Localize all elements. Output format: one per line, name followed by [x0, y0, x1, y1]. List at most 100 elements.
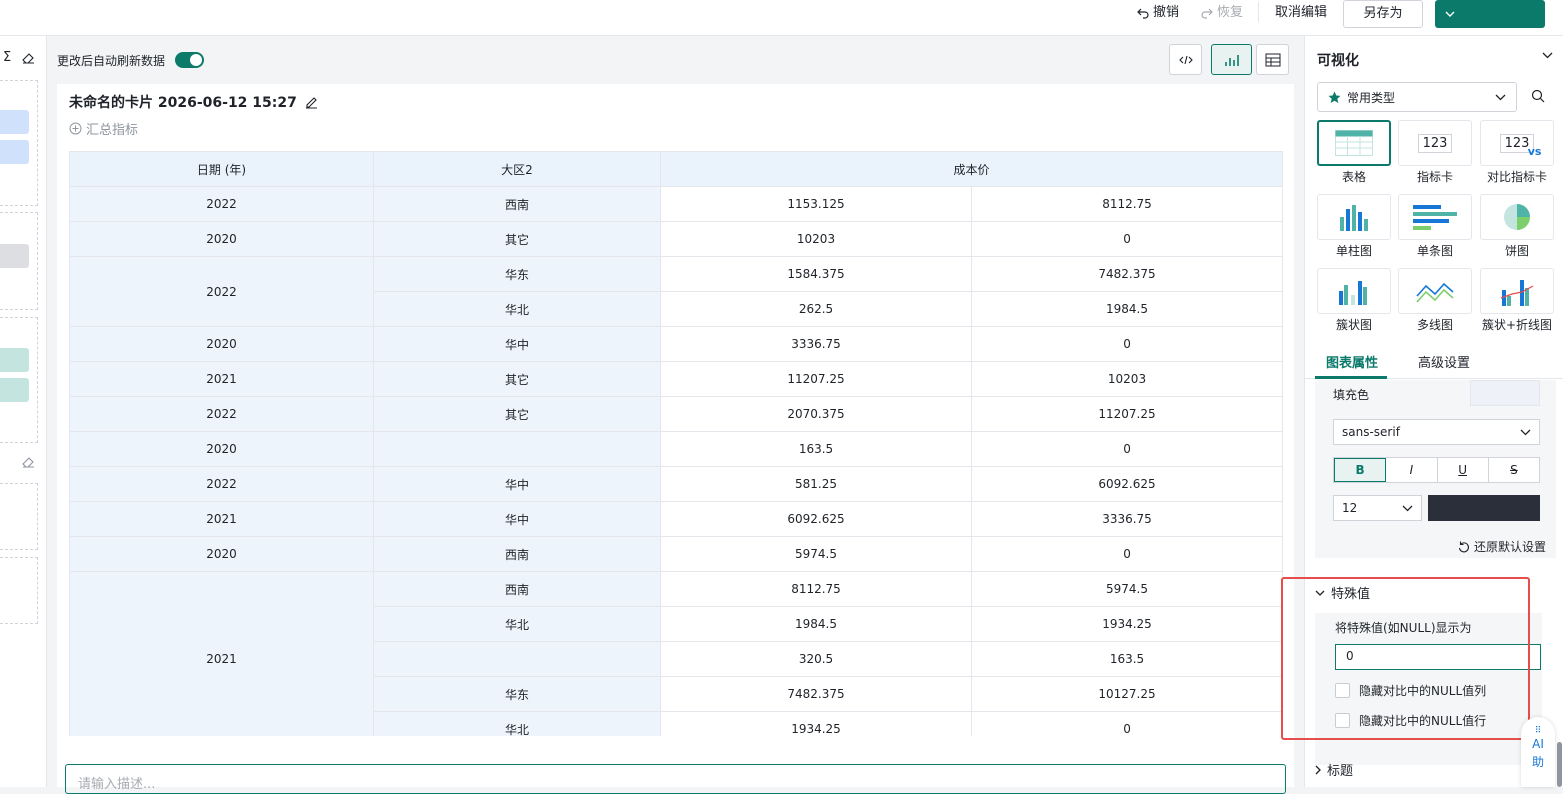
chart-type-pie[interactable]	[1480, 194, 1554, 240]
value-cell: 10203	[660, 221, 972, 257]
region-cell: 华中	[373, 466, 661, 502]
header-year[interactable]: 日期 (年)	[69, 151, 374, 187]
year-cell: 2021	[69, 571, 374, 736]
chevron-down-icon	[1495, 94, 1506, 100]
table-header-row: 日期 (年) 大区2 成本价	[69, 151, 1284, 187]
header-region[interactable]: 大区2	[373, 151, 661, 187]
fill-color-label: 填充色	[1333, 388, 1370, 402]
eraser-icon[interactable]	[22, 456, 35, 468]
chevron-down-icon	[1520, 429, 1531, 435]
value-cell: 5974.5	[970, 571, 1284, 607]
chart-card: 未命名的卡片 2026-06-12 15:27 汇总指标 日期 (年) 大区2 …	[57, 84, 1294, 784]
chart-type-table[interactable]	[1317, 120, 1391, 166]
table-row: 2022 华东 1584.375 7482.375	[69, 256, 1284, 327]
field-chip[interactable]	[0, 348, 29, 372]
font-color-picker[interactable]	[1428, 495, 1540, 521]
table-row: 2022 西南 1153.125 8112.75	[69, 186, 1284, 222]
value-cell: 0	[970, 221, 1284, 257]
value-cell: 1153.125	[660, 186, 972, 222]
drop-zone[interactable]	[0, 483, 38, 550]
cancel-edit-button[interactable]: 取消编辑	[1275, 0, 1327, 26]
chart-type-multi-line[interactable]	[1398, 268, 1472, 314]
field-chip[interactable]	[0, 140, 29, 164]
drop-zone[interactable]	[0, 557, 38, 624]
ai-label: AI	[1532, 737, 1544, 751]
star-icon	[1328, 91, 1341, 103]
underline-button[interactable]: U	[1438, 458, 1489, 482]
year-cell: 2021	[69, 361, 374, 397]
field-chip[interactable]	[0, 244, 29, 268]
font-family-select[interactable]: sans-serif	[1333, 419, 1540, 445]
ai-assistant-button[interactable]: ⠿ AI 助	[1521, 717, 1555, 787]
fill-color-picker[interactable]	[1470, 380, 1540, 406]
value-cell: 6092.625	[660, 501, 972, 537]
field-panel-edge: Σ	[0, 36, 47, 787]
value-cell: 8112.75	[660, 571, 972, 607]
value-cell: 163.5	[660, 431, 972, 467]
region-cell: 华北	[373, 606, 661, 642]
table-row: 2020 其它 10203 0	[69, 221, 1284, 257]
chart-type-category-value: 常用类型	[1347, 90, 1396, 105]
chart-type-label: 单柱图	[1335, 244, 1372, 258]
chart-type-label: 单条图	[1416, 244, 1453, 258]
code-view-button[interactable]	[1169, 44, 1202, 75]
description-input[interactable]: 请输入描述...	[65, 764, 1286, 794]
bar-chart-icon	[1224, 54, 1239, 66]
tab-advanced-settings[interactable]: 高级设置	[1418, 352, 1470, 371]
chart-type-label: 对比指标卡	[1486, 170, 1547, 184]
value-cell: 2070.375	[660, 396, 972, 432]
title-section-header[interactable]: 标题	[1315, 760, 1353, 779]
redo-button[interactable]: 恢复	[1201, 0, 1243, 26]
value-cell: 0	[970, 326, 1284, 362]
table-row: 2021 西南 8112.75 5974.5	[69, 571, 1284, 736]
chart-view-button[interactable]	[1211, 44, 1252, 75]
field-chip[interactable]	[0, 110, 29, 134]
chart-type-compare-metric[interactable]: 123 vs	[1480, 120, 1554, 166]
chart-type-cluster[interactable]	[1317, 268, 1391, 314]
eraser-icon[interactable]	[22, 52, 35, 64]
region-cell: 西南	[373, 571, 661, 607]
save-button-group: 保存	[1435, 0, 1563, 787]
tab-chart-properties[interactable]: 图表属性	[1326, 352, 1378, 371]
value-cell: 11207.25	[970, 396, 1284, 432]
value-cell: 0	[970, 431, 1284, 467]
chart-type-label: 饼图	[1504, 244, 1529, 258]
auto-refresh-toggle[interactable]	[175, 52, 204, 68]
toolbar-divider	[1258, 2, 1259, 22]
metric-card-icon: 123	[1417, 133, 1453, 153]
year-cell: 2020	[69, 536, 374, 572]
search-icon[interactable]	[1531, 89, 1545, 103]
bold-button[interactable]: B	[1334, 458, 1387, 482]
italic-button[interactable]: I	[1386, 458, 1438, 482]
compare-metric-badge: vs	[1527, 144, 1542, 158]
field-chip[interactable]	[0, 378, 29, 402]
chart-type-category-select[interactable]: 常用类型	[1317, 82, 1517, 112]
compare-metric-icon: 123 vs	[1499, 133, 1541, 158]
value-cell: 0	[970, 711, 1284, 736]
font-size-select[interactable]: 12	[1333, 495, 1422, 521]
table-view-button[interactable]	[1256, 44, 1289, 75]
chart-type-combo[interactable]	[1480, 268, 1554, 314]
table-row: 2020 华中 3336.75 0	[69, 326, 1284, 362]
auto-refresh-label: 更改后自动刷新数据	[57, 54, 166, 68]
chart-type-metric-card[interactable]: 123	[1398, 120, 1472, 166]
save-dropdown-button[interactable]	[1435, 0, 1465, 28]
panel-title: 可视化	[1317, 53, 1359, 69]
year-cell: 2020	[69, 431, 374, 467]
chevron-down-icon[interactable]	[1542, 52, 1553, 59]
value-cell: 5974.5	[660, 536, 972, 572]
undo-button[interactable]: 撤销	[1137, 0, 1179, 26]
chart-type-hbar[interactable]	[1398, 194, 1472, 240]
value-cell: 1984.5	[970, 291, 1284, 327]
save-as-button[interactable]: 另存为	[1343, 0, 1423, 28]
top-toolbar: 撤销 恢复 取消编辑 另存为 保存	[0, 0, 1563, 787]
reset-defaults-button[interactable]: 还原默认设置	[1458, 538, 1546, 555]
value-cell: 3336.75	[660, 326, 972, 362]
strikethrough-button[interactable]: S	[1489, 458, 1539, 482]
hbar-chart-icon	[1413, 205, 1457, 230]
chart-type-label: 表格	[1341, 170, 1366, 184]
sigma-icon[interactable]: Σ	[3, 50, 11, 65]
chart-type-bar[interactable]	[1317, 194, 1391, 240]
header-cost[interactable]: 成本价	[659, 151, 1284, 187]
scrollbar[interactable]	[1557, 742, 1562, 787]
